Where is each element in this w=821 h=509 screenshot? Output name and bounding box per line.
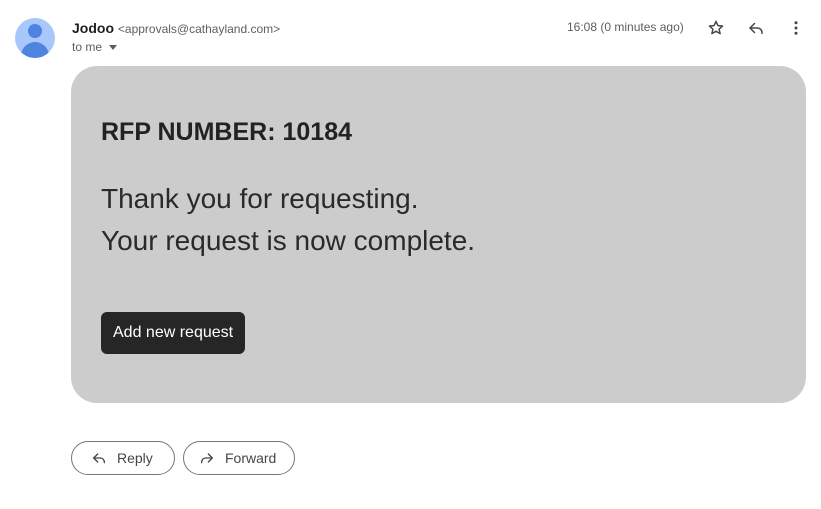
sender-line: Jodoo <approvals@cathayland.com> [72,19,280,38]
sender-email: <approvals@cathayland.com> [117,22,281,36]
forward-icon [201,453,213,464]
chevron-down-icon [109,44,118,50]
forward-footer-button[interactable]: Forward [183,441,295,475]
avatar-head-shape [28,24,42,38]
reply-footer-button[interactable]: Reply [71,441,175,475]
timestamp: 16:08 (0 minutes ago) [567,20,684,34]
reply-label: Reply [117,450,153,466]
message-line-1: Thank you for requesting. [101,183,419,214]
recipient-label: to me [72,40,103,54]
star-icon [708,20,724,35]
reply-icon [749,22,763,34]
forward-label: Forward [225,450,277,466]
rfp-number-heading: RFP NUMBER: 10184 [101,118,353,146]
sender-name[interactable]: Jodoo [72,20,114,36]
star-button[interactable] [704,16,728,40]
reply-button[interactable] [744,16,768,40]
recipient-details-toggle[interactable]: to me [72,40,118,54]
avatar-body-shape [21,42,49,58]
more-vertical-icon [794,21,798,35]
add-new-request-button[interactable]: Add new request [101,312,246,354]
reply-icon [93,453,105,464]
email-message-view: Jodoo <approvals@cathayland.com> to me 1… [0,0,821,509]
message-line-2: Your request is now complete. [101,225,476,256]
message-card: RFP NUMBER: 10184 Thank you for requesti… [71,66,806,403]
avatar[interactable] [15,18,55,58]
more-options-button[interactable] [784,16,808,40]
